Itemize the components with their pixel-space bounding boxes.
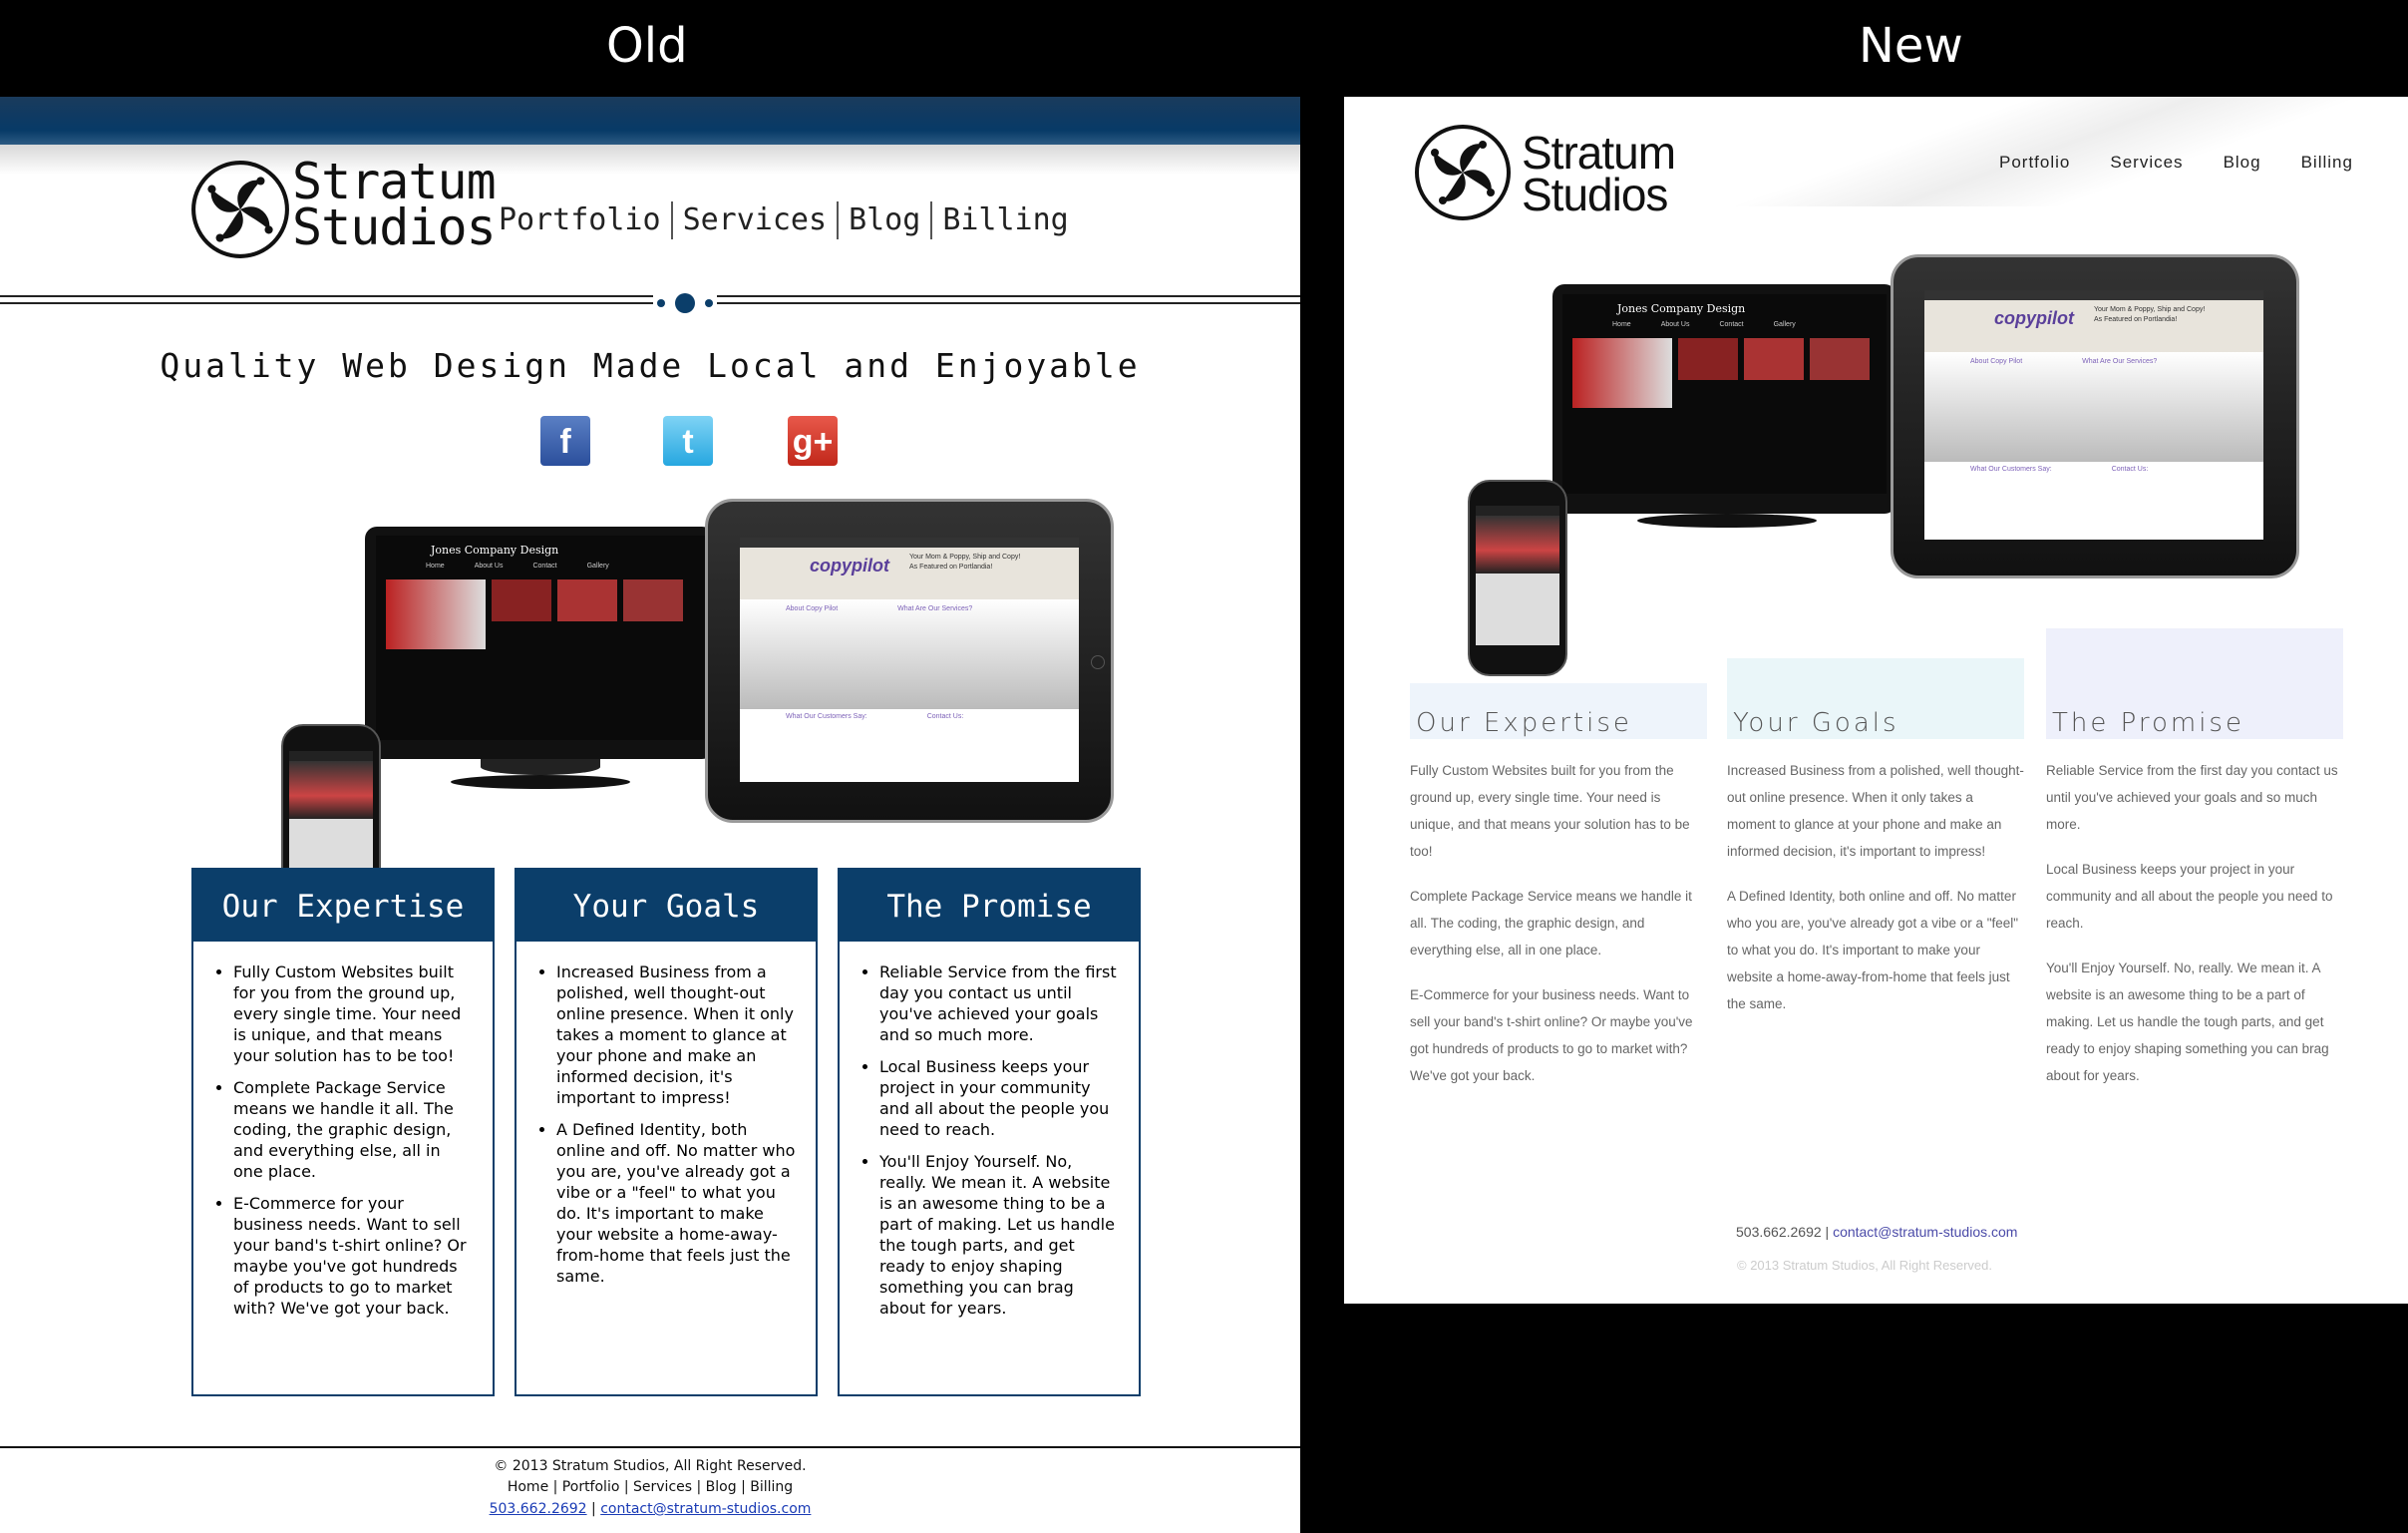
old-nav-services[interactable]: Services [673, 201, 840, 239]
old-site: Stratum Studios Portfolio Services Blog … [0, 97, 1300, 1533]
old-brand[interactable]: Stratum Studios [292, 157, 497, 252]
list-item: E-Commerce for your business needs. Want… [1410, 987, 1693, 1083]
old-footer-links[interactable]: Home | Portfolio | Services | Blog | Bil… [0, 1479, 1300, 1495]
list-item: Complete Package Service means we handle… [1410, 889, 1692, 958]
old-footer-copyright: © 2013 Stratum Studios, All Right Reserv… [494, 1458, 807, 1474]
new-column-title: The Promise [2046, 628, 2343, 739]
list-item: Reliable Service from the first day you … [879, 961, 1121, 1045]
new-device-mockup: Jones Company Design Home About Us Contact… [1468, 254, 2299, 693]
new-nav: Portfolio Services Blog Billing [1999, 153, 2353, 173]
old-column-expertise: Our Expertise Fully Custom Websites buil… [191, 868, 495, 1396]
new-nav-billing[interactable]: Billing [2301, 153, 2353, 173]
list-item: A Defined Identity, both online and off.… [1727, 889, 2019, 1011]
google-plus-icon[interactable]: g+ [788, 416, 838, 466]
old-footer-contact: 503.662.2692 | contact@stratum-studios.c… [489, 1501, 812, 1517]
old-column-title: Your Goals [516, 870, 816, 942]
new-column-expertise: Our Expertise Fully Custom Websites buil… [1410, 683, 1707, 1089]
new-nav-portfolio[interactable]: Portfolio [1999, 153, 2070, 173]
old-nav: Portfolio Services Blog Billing [499, 201, 1079, 239]
list-item: E-Commerce for your business needs. Want… [233, 1193, 475, 1319]
old-nav-billing[interactable]: Billing [932, 201, 1078, 239]
new-nav-blog[interactable]: Blog [2224, 153, 2261, 173]
old-nav-blog[interactable]: Blog [839, 201, 933, 239]
list-item: Local Business keeps your project in you… [879, 1056, 1121, 1140]
new-column-promise: The Promise Reliable Service from the fi… [2046, 628, 2343, 1089]
new-brand[interactable]: Stratum Studios [1522, 130, 1676, 217]
list-item: You'll Enjoy Yourself. No, really. We me… [879, 1151, 1121, 1319]
new-nav-services[interactable]: Services [2110, 153, 2183, 173]
old-column-title: Our Expertise [193, 870, 493, 942]
new-footer-phone[interactable]: 503.662.2692 [1736, 1224, 1822, 1240]
old-nav-portfolio[interactable]: Portfolio [499, 201, 673, 239]
new-footer-copyright: © 2013 Stratum Studios, All Right Reserv… [1737, 1258, 1992, 1273]
stratum-logo-icon[interactable] [1413, 123, 1513, 222]
old-header-rule [0, 295, 1300, 297]
new-column-title: Your Goals [1727, 658, 2024, 739]
old-top-bar [0, 97, 1300, 145]
new-site: Stratum Studios Portfolio Services Blog … [1344, 97, 2408, 1304]
list-item: Increased Business from a polished, well… [556, 961, 798, 1108]
list-item: Local Business keeps your project in you… [2046, 862, 2333, 931]
list-item: You'll Enjoy Yourself. No, really. We me… [2046, 960, 2329, 1083]
new-footer-contact: 503.662.2692 | contact@stratum-studios.c… [1736, 1224, 2018, 1240]
facebook-icon[interactable]: f [540, 416, 590, 466]
old-tagline: Quality Web Design Made Local and Enjoya… [160, 346, 1141, 385]
new-column-title: Our Expertise [1410, 683, 1707, 739]
list-item: Reliable Service from the first day you … [2046, 763, 2338, 832]
list-item: Complete Package Service means we handle… [233, 1077, 475, 1182]
old-footer-phone-link[interactable]: 503.662.2692 [490, 1501, 587, 1517]
list-item: Fully Custom Websites built for you from… [233, 961, 475, 1066]
old-column-goals: Your Goals Increased Business from a pol… [515, 868, 818, 1396]
new-label: New [1859, 18, 1963, 74]
new-footer-email-link[interactable]: contact@stratum-studios.com [1833, 1224, 2017, 1240]
divider-dots-icon [653, 292, 717, 314]
new-column-goals: Your Goals Increased Business from a pol… [1727, 658, 2024, 1017]
old-footer-email-link[interactable]: contact@stratum-studios.com [600, 1501, 811, 1517]
list-item: Increased Business from a polished, well… [1727, 763, 2024, 859]
stratum-logo-icon[interactable] [189, 159, 291, 260]
old-label: Old [606, 18, 688, 74]
list-item: A Defined Identity, both online and off.… [556, 1119, 798, 1287]
old-column-promise: The Promise Reliable Service from the fi… [838, 868, 1141, 1396]
twitter-icon[interactable]: t [663, 416, 713, 466]
list-item: Fully Custom Websites built for you from… [1410, 763, 1690, 859]
old-column-title: The Promise [840, 870, 1139, 942]
